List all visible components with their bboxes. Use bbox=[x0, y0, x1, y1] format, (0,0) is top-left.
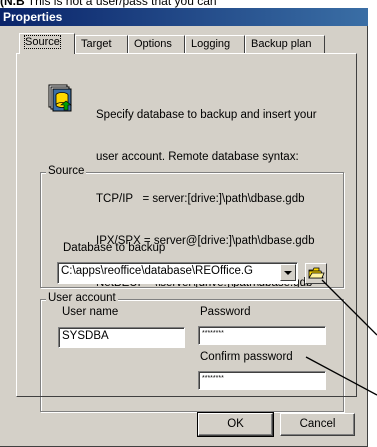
ok-button[interactable]: OK bbox=[197, 412, 274, 437]
tab-options-label: Options bbox=[134, 38, 172, 50]
tab-logging-label: Logging bbox=[191, 38, 231, 50]
cancel-button[interactable]: Cancel bbox=[280, 413, 355, 436]
tab-logging[interactable]: Logging bbox=[185, 35, 245, 53]
title-bar[interactable]: Properties bbox=[0, 8, 368, 26]
tab-backup-plan[interactable]: Backup plan bbox=[245, 35, 325, 53]
caption-bold-prefix: (N.B bbox=[0, 0, 25, 8]
tab-options[interactable]: Options bbox=[128, 35, 185, 53]
tab-source[interactable]: Source bbox=[19, 33, 75, 54]
page-caption: (N.B This is not a user/pass that you ca… bbox=[0, 0, 377, 8]
tab-target-label: Target bbox=[81, 38, 112, 50]
tab-source-label: Source bbox=[24, 35, 61, 49]
tab-backup-plan-label: Backup plan bbox=[251, 38, 312, 50]
tab-target[interactable]: Target bbox=[75, 35, 128, 53]
caption-text: This is not a user/pass that you can bbox=[24, 0, 217, 8]
source-tab-panel bbox=[16, 53, 357, 397]
window-title: Properties bbox=[3, 10, 63, 24]
